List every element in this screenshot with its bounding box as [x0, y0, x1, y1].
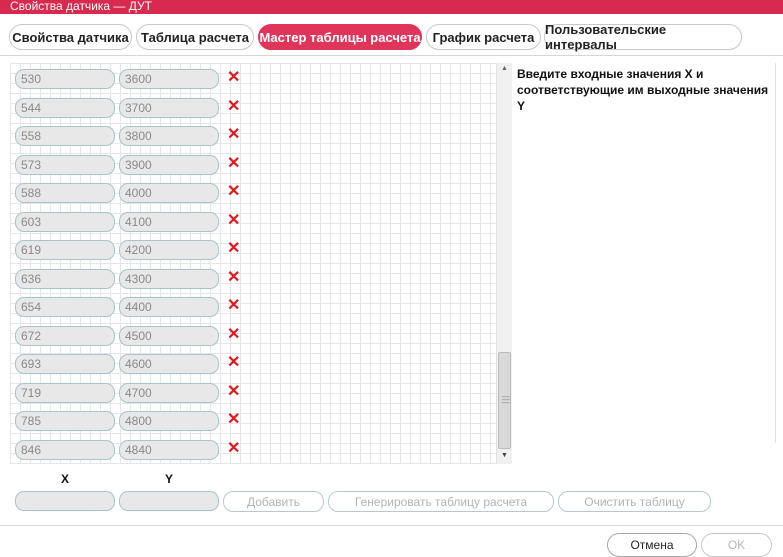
x-value-input[interactable]: 719 [15, 382, 115, 403]
xy-table-grid: 530 3600 ✕ 544 3700 ✕ 558 3800 ✕ 573 3900 ✕ 588 4000 ✕… [10, 63, 496, 464]
add-button[interactable]: Добавить [223, 491, 324, 512]
scroll-up-arrow-icon[interactable]: ▲ [497, 63, 512, 75]
grip-icon: — — — [502, 392, 510, 407]
x-value-input[interactable]: 672 [15, 325, 115, 346]
x-value-input[interactable]: 558 [15, 126, 115, 146]
footer-divider [0, 525, 783, 526]
new-x-input[interactable] [15, 491, 115, 511]
delete-row-icon[interactable]: ✕ [227, 70, 241, 86]
table-scrollbar[interactable]: ▲ — — — ▼ [496, 63, 512, 464]
tab-calculation-table-wizard[interactable]: Мастер таблицы расчета [258, 24, 422, 50]
x-value-input[interactable]: 573 [15, 154, 115, 175]
y-value-input[interactable]: 4400 [119, 297, 219, 317]
y-value-input[interactable]: 4840 [119, 439, 219, 460]
delete-row-icon[interactable]: ✕ [227, 155, 241, 172]
y-value-input[interactable]: 3800 [119, 126, 219, 146]
y-value-input[interactable]: 3700 [119, 97, 219, 118]
column-label-y: Y [165, 472, 174, 486]
tab-bar: Свойства датчика Таблица расчета Мастер … [0, 14, 783, 56]
y-value-input[interactable]: 4000 [119, 183, 219, 203]
delete-row-icon[interactable]: ✕ [227, 298, 241, 314]
y-value-input[interactable]: 4800 [119, 411, 219, 431]
delete-row-icon[interactable]: ✕ [227, 127, 241, 143]
ok-button[interactable]: OK [701, 533, 772, 557]
delete-row-icon[interactable]: ✕ [227, 98, 241, 115]
y-value-input[interactable]: 4200 [119, 240, 219, 260]
delete-row-icon[interactable]: ✕ [227, 355, 241, 371]
x-value-input[interactable]: 846 [15, 439, 115, 460]
tab-calculation-chart[interactable]: График расчета [426, 24, 541, 50]
clear-table-button[interactable]: Очистить таблицу [558, 491, 711, 512]
delete-row-icon[interactable]: ✕ [227, 212, 241, 229]
tab-calculation-table[interactable]: Таблица расчета [136, 24, 254, 50]
y-value-input[interactable]: 4700 [119, 382, 219, 403]
y-value-input[interactable]: 4500 [119, 325, 219, 346]
generate-table-button[interactable]: Генерировать таблицу расчета [328, 491, 554, 512]
y-value-input[interactable]: 4300 [119, 268, 219, 289]
delete-row-icon[interactable]: ✕ [227, 440, 241, 457]
window-title: Свойства датчика — ДУТ [0, 0, 783, 14]
cancel-button[interactable]: Отмена [607, 533, 697, 557]
tab-user-intervals[interactable]: Пользовательские интервалы [544, 22, 742, 52]
x-value-input[interactable]: 530 [15, 69, 115, 89]
panel-divider [775, 63, 776, 443]
x-value-input[interactable]: 588 [15, 183, 115, 203]
x-value-input[interactable]: 693 [15, 354, 115, 374]
x-value-input[interactable]: 603 [15, 211, 115, 232]
x-value-input[interactable]: 785 [15, 411, 115, 431]
help-text: Введите входные значения X и соответству… [517, 67, 769, 113]
new-y-input[interactable] [119, 491, 219, 511]
delete-row-icon[interactable]: ✕ [227, 383, 241, 400]
scroll-down-arrow-icon[interactable]: ▼ [497, 450, 512, 462]
y-value-input[interactable]: 4100 [119, 211, 219, 232]
scroll-thumb[interactable]: — — — [498, 352, 511, 449]
tab-divider [0, 55, 783, 56]
delete-row-icon[interactable]: ✕ [227, 269, 241, 286]
column-label-x: X [61, 472, 70, 486]
x-value-input[interactable]: 619 [15, 240, 115, 260]
delete-row-icon[interactable]: ✕ [227, 326, 241, 343]
x-value-input[interactable]: 544 [15, 97, 115, 118]
tab-sensor-properties[interactable]: Свойства датчика [9, 24, 132, 50]
delete-row-icon[interactable]: ✕ [227, 184, 241, 200]
x-value-input[interactable]: 654 [15, 297, 115, 317]
y-value-input[interactable]: 4600 [119, 354, 219, 374]
y-value-input[interactable]: 3600 [119, 69, 219, 89]
delete-row-icon[interactable]: ✕ [227, 412, 241, 428]
x-value-input[interactable]: 636 [15, 268, 115, 289]
delete-row-icon[interactable]: ✕ [227, 241, 241, 257]
y-value-input[interactable]: 3900 [119, 154, 219, 175]
